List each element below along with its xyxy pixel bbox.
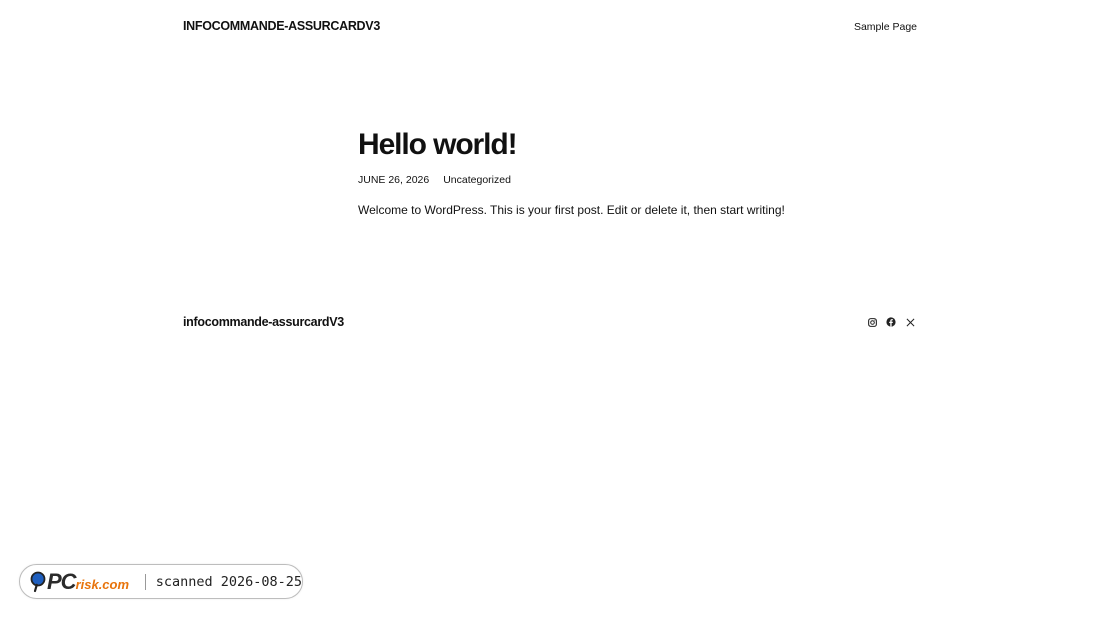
- site-footer: infocommande-assurcardV3: [183, 313, 917, 331]
- x-link[interactable]: [904, 316, 916, 328]
- pcrisk-logo-domain: risk.com: [75, 577, 130, 592]
- site-title-link[interactable]: INFOCOMMANDE-ASSURCARDV3: [183, 19, 380, 33]
- post-category-link[interactable]: Uncategorized: [443, 174, 511, 186]
- instagram-link[interactable]: [866, 316, 878, 328]
- pcrisk-logo: PC risk.com: [30, 569, 131, 595]
- post-meta: JUNE 26, 2026 Uncategorized: [358, 174, 918, 186]
- post-title[interactable]: Hello world!: [358, 124, 918, 166]
- post-date: JUNE 26, 2026: [358, 174, 430, 186]
- badge-separator: [144, 573, 146, 590]
- nav-link-sample-page[interactable]: Sample Page: [854, 21, 917, 33]
- facebook-link[interactable]: [885, 316, 897, 328]
- magnifier-logo-icon: [30, 571, 46, 592]
- footer-site-title-link[interactable]: infocommande-assurcardV3: [183, 315, 344, 329]
- pcrisk-scan-badge: PC risk.com scanned 2026-08-25: [19, 564, 303, 599]
- instagram-icon: [867, 317, 877, 327]
- post-content: Welcome to WordPress. This is your first…: [358, 203, 785, 217]
- scanned-date-text: scanned 2026-08-25: [155, 573, 302, 590]
- pcrisk-logo-pc: PC: [47, 568, 77, 594]
- social-links: [866, 316, 917, 328]
- main-navigation: Sample Page: [854, 17, 917, 35]
- x-icon: [906, 318, 914, 326]
- post: Hello world! JUNE 26, 2026 Uncategorized…: [358, 124, 918, 229]
- page: INFOCOMMANDE-ASSURCARDV3 Sample Page Hel…: [0, 0, 1100, 619]
- site-header: INFOCOMMANDE-ASSURCARDV3 Sample Page: [183, 16, 917, 36]
- facebook-icon: [886, 317, 896, 327]
